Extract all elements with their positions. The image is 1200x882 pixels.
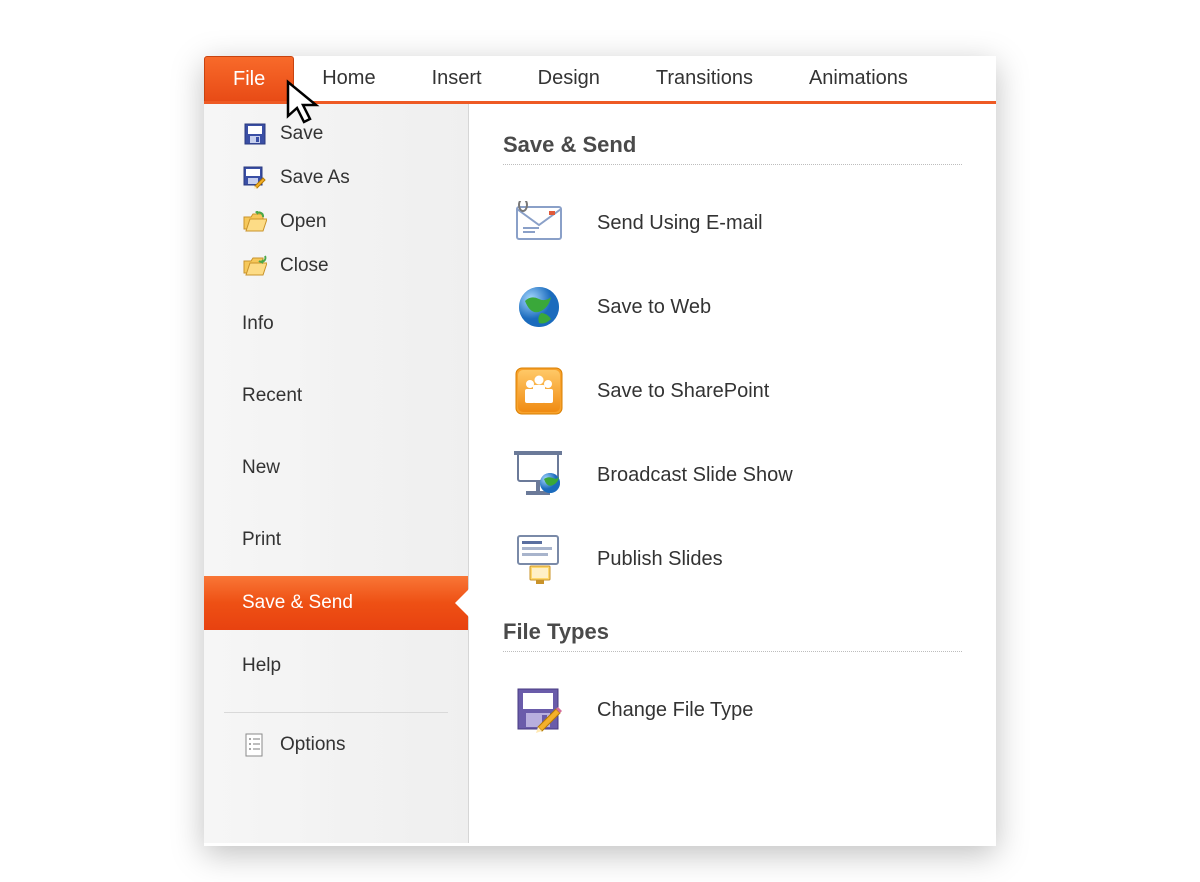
sharepoint-icon: [511, 363, 567, 419]
sidebar-item-label: Recent: [242, 385, 302, 407]
sidebar-item-help[interactable]: Help: [204, 630, 468, 702]
section-title-save-send: Save & Send: [503, 132, 962, 158]
section-title-file-types: File Types: [503, 619, 962, 645]
tab-animations[interactable]: Animations: [781, 56, 936, 101]
options-icon: [242, 732, 268, 758]
sidebar-item-recent[interactable]: Recent: [204, 360, 468, 432]
open-icon: [242, 209, 268, 235]
sidebar-item-label: Save As: [280, 167, 350, 189]
sidebar-item-label: Close: [280, 255, 329, 277]
main-panel: Save & Send Send Using E-mail: [469, 104, 996, 843]
email-icon: [511, 195, 567, 251]
sidebar-item-label: Save: [280, 123, 323, 145]
section-rule: [503, 164, 962, 165]
option-label: Send Using E-mail: [597, 212, 763, 235]
close-icon: [242, 253, 268, 279]
tab-transitions[interactable]: Transitions: [628, 56, 781, 101]
sidebar-item-label: Open: [280, 211, 326, 233]
sidebar-item-info[interactable]: Info: [204, 288, 468, 360]
option-change-file-type[interactable]: Change File Type: [503, 668, 962, 752]
publish-slides-icon: [511, 531, 567, 587]
save-as-icon: [242, 165, 268, 191]
sidebar-item-label: Help: [242, 655, 281, 677]
sidebar-item-label: Info: [242, 313, 274, 335]
ribbon-tabs: File Home Insert Design Transitions Anim…: [204, 56, 996, 104]
sidebar-item-close[interactable]: Close: [204, 244, 468, 288]
broadcast-icon: [511, 447, 567, 503]
option-label: Save to Web: [597, 296, 711, 319]
sidebar-item-save-and-send[interactable]: Save & Send: [204, 576, 468, 630]
tab-home[interactable]: Home: [294, 56, 403, 101]
option-broadcast-slide-show[interactable]: Broadcast Slide Show: [503, 433, 962, 517]
sidebar-item-new[interactable]: New: [204, 432, 468, 504]
change-file-type-icon: [511, 682, 567, 738]
option-label: Publish Slides: [597, 548, 723, 571]
globe-icon: [511, 279, 567, 335]
tab-file[interactable]: File: [204, 56, 294, 101]
option-label: Change File Type: [597, 699, 753, 722]
option-send-email[interactable]: Send Using E-mail: [503, 181, 962, 265]
backstage-body: Save Save As: [204, 104, 996, 843]
sidebar-item-label: Save & Send: [242, 592, 353, 614]
sidebar-item-save-as[interactable]: Save As: [204, 156, 468, 200]
sidebar-item-options[interactable]: Options: [204, 723, 468, 767]
section-rule: [503, 651, 962, 652]
backstage-window: File Home Insert Design Transitions Anim…: [204, 56, 996, 846]
save-icon: [242, 121, 268, 147]
sidebar-item-label: Print: [242, 529, 281, 551]
sidebar-item-label: New: [242, 457, 280, 479]
sidebar-divider: [224, 712, 448, 713]
sidebar-item-save[interactable]: Save: [204, 112, 468, 156]
sidebar-item-open[interactable]: Open: [204, 200, 468, 244]
option-save-to-web[interactable]: Save to Web: [503, 265, 962, 349]
option-save-to-sharepoint[interactable]: Save to SharePoint: [503, 349, 962, 433]
option-label: Save to SharePoint: [597, 380, 769, 403]
backstage-sidebar: Save Save As: [204, 104, 469, 843]
sidebar-item-label: Options: [280, 734, 345, 756]
tab-insert[interactable]: Insert: [404, 56, 510, 101]
option-label: Broadcast Slide Show: [597, 464, 793, 487]
option-publish-slides[interactable]: Publish Slides: [503, 517, 962, 601]
sidebar-item-print[interactable]: Print: [204, 504, 468, 576]
tab-design[interactable]: Design: [510, 56, 628, 101]
